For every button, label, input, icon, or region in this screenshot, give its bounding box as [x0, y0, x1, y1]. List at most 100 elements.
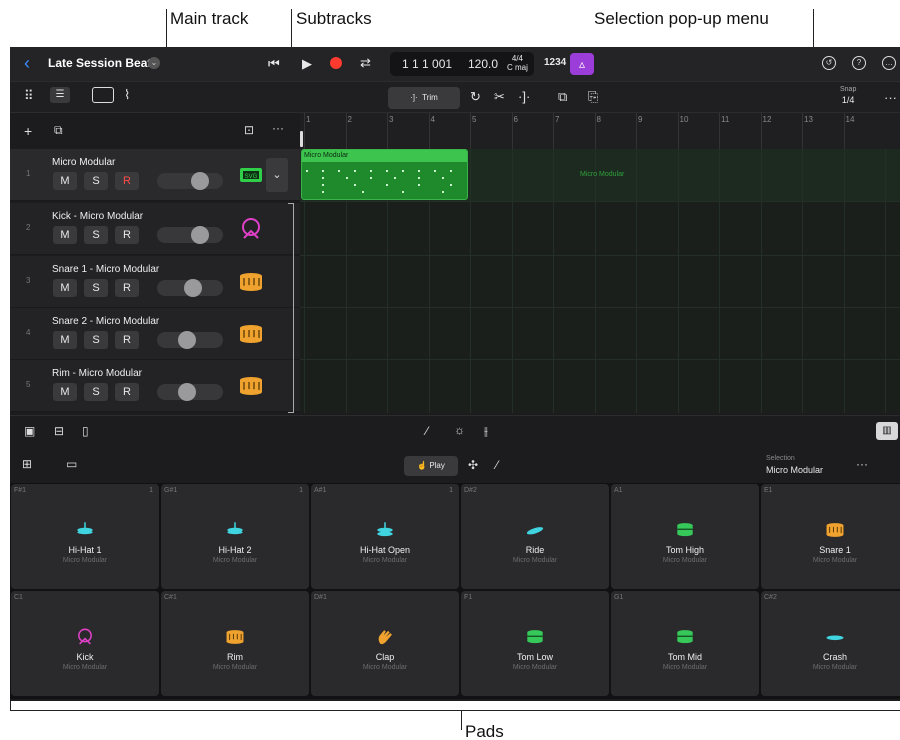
track-name[interactable]: Rim - Micro Modular: [52, 368, 142, 379]
split-tool-icon[interactable]: ✂: [494, 89, 505, 105]
more-options-icon[interactable]: …: [882, 56, 896, 70]
pad-layout-icon[interactable]: ⊞: [22, 457, 32, 471]
cycle-icon[interactable]: ⇄: [360, 55, 371, 71]
back-icon[interactable]: ‹: [24, 53, 30, 74]
record-icon[interactable]: [330, 57, 342, 69]
lcd-display[interactable]: 1 1 1 001 120.0 4/4 C maj: [390, 52, 534, 76]
drum-pad[interactable]: E1 Snare 1 Micro Modular: [761, 484, 900, 589]
pencil-icon[interactable]: ⁄: [426, 424, 428, 438]
pad-note: E1: [764, 487, 773, 494]
selection-popup-menu[interactable]: Micro Modular: [766, 465, 823, 475]
bar-ruler[interactable]: 1 2 3 4 5 6 7 8 9 10 11 12 13 14: [300, 113, 900, 149]
track-name[interactable]: Kick - Micro Modular: [52, 211, 143, 222]
volume-knob[interactable]: [190, 226, 209, 244]
record-enable-button[interactable]: R: [115, 172, 139, 190]
drum-pad[interactable]: G#1 1 Hi-Hat 2 Micro Modular: [161, 484, 309, 589]
mute-button[interactable]: M: [53, 226, 77, 244]
drum-pad[interactable]: G1 Tom Mid Micro Modular: [611, 591, 759, 696]
volume-slider[interactable]: [157, 226, 223, 244]
collapse-subtracks-button[interactable]: ⌄: [266, 158, 288, 192]
subtrack-header[interactable]: 5 Rim - Micro Modular M S R: [10, 360, 300, 412]
drum-pad[interactable]: F#1 1 Hi-Hat 1 Micro Modular: [11, 484, 159, 589]
tracks-view-icon[interactable]: ☰: [50, 87, 70, 103]
undo-history-icon[interactable]: ↺: [822, 56, 836, 70]
volume-knob[interactable]: [177, 331, 196, 349]
volume-knob[interactable]: [190, 172, 209, 190]
record-enable-button[interactable]: R: [115, 279, 139, 297]
mute-button[interactable]: M: [53, 331, 77, 349]
count-in-button[interactable]: 1234: [544, 57, 566, 68]
automation-icon[interactable]: ⌇: [124, 87, 130, 103]
subtrack-header[interactable]: 2 Kick - Micro Modular M S R: [10, 203, 300, 255]
loop-tool-icon[interactable]: ↻: [470, 89, 481, 105]
volume-knob[interactable]: [184, 279, 203, 297]
solo-button[interactable]: S: [84, 383, 108, 401]
metronome-icon[interactable]: ▵: [570, 53, 594, 75]
join-tool-icon[interactable]: ·]·: [518, 89, 530, 104]
region-view-icon[interactable]: [92, 87, 114, 103]
solo-button[interactable]: S: [84, 226, 108, 244]
move-tool-icon[interactable]: ✣: [468, 458, 478, 472]
volume-slider[interactable]: [157, 172, 223, 190]
solo-button[interactable]: S: [84, 331, 108, 349]
pad-note: F1: [464, 594, 473, 601]
duplicate-track-icon[interactable]: ⧉: [54, 123, 63, 138]
project-title[interactable]: Late Session Beat: [48, 56, 151, 70]
drum-pad[interactable]: C1 Kick Micro Modular: [11, 591, 159, 696]
drum-pad[interactable]: C#1 Rim Micro Modular: [161, 591, 309, 696]
sidebar-icon[interactable]: ▭: [66, 457, 77, 471]
playhead[interactable]: [300, 131, 303, 147]
snap-menu[interactable]: Snap 1/4: [840, 85, 856, 107]
track-import-icon[interactable]: ⊡: [244, 123, 254, 137]
record-enable-button[interactable]: R: [115, 226, 139, 244]
volume-slider[interactable]: [157, 331, 223, 349]
add-track-icon[interactable]: +: [24, 123, 32, 139]
trim-tool-button[interactable]: ·]· Trim: [388, 87, 460, 109]
track-name[interactable]: Snare 1 - Micro Modular: [52, 264, 159, 275]
mute-button[interactable]: M: [53, 172, 77, 190]
subtrack-header[interactable]: 4 Snare 2 - Micro Modular M S R: [10, 308, 300, 360]
track-name[interactable]: Micro Modular: [52, 157, 115, 168]
drum-pad[interactable]: A#1 1 Hi-Hat Open Micro Modular: [311, 484, 459, 589]
browser-grid-icon[interactable]: ⠿: [24, 88, 34, 104]
drum-pad[interactable]: F1 Tom Low Micro Modular: [461, 591, 609, 696]
volume-slider[interactable]: [157, 383, 223, 401]
more-icon[interactable]: ···: [884, 90, 897, 105]
mute-button[interactable]: M: [53, 279, 77, 297]
track-name[interactable]: Snare 2 - Micro Modular: [52, 316, 159, 327]
record-enable-button[interactable]: R: [115, 331, 139, 349]
keyboard-icon[interactable]: ▥: [876, 422, 898, 440]
smart-controls-knob-icon[interactable]: ☼: [454, 423, 465, 437]
bar-tick: [553, 113, 554, 149]
drum-pad[interactable]: D#2 Ride Micro Modular: [461, 484, 609, 589]
copy-icon[interactable]: ⧉: [558, 89, 567, 105]
pad-kit: Micro Modular: [512, 557, 558, 564]
subtrack-header[interactable]: 3 Snare 1 - Micro Modular M S R: [10, 256, 300, 308]
play-icon[interactable]: ▶: [302, 56, 312, 72]
drum-pad[interactable]: C#2 Crash Micro Modular: [761, 591, 900, 696]
volume-knob[interactable]: [177, 383, 196, 401]
go-to-start-icon[interactable]: ⏮: [268, 56, 280, 72]
drum-pad[interactable]: D#1 Clap Micro Modular: [311, 591, 459, 696]
solo-button[interactable]: S: [84, 172, 108, 190]
kick-drum-icon: [78, 628, 92, 645]
drum-pad[interactable]: A1 Tom High Micro Modular: [611, 484, 759, 589]
midi-region[interactable]: Micro Modular: [301, 149, 468, 200]
pencil-tool-icon[interactable]: ⁄: [496, 458, 498, 472]
volume-slider[interactable]: [157, 279, 223, 297]
pad-name: Tom Low: [516, 652, 553, 662]
play-mode-button[interactable]: ☝ Play: [404, 456, 458, 476]
pads-more-icon[interactable]: ···: [856, 457, 868, 471]
info-panel-icon[interactable]: ▯: [82, 424, 89, 438]
smart-controls-icon[interactable]: ⊟: [54, 424, 64, 438]
solo-button[interactable]: S: [84, 279, 108, 297]
track-more-icon[interactable]: ···: [272, 121, 284, 135]
main-track-header[interactable]: 1 Micro Modular M S R SVG ⌄: [10, 149, 300, 201]
mixer-icon[interactable]: ⫲: [484, 424, 488, 439]
mute-button[interactable]: M: [53, 383, 77, 401]
chevron-down-icon[interactable]: ⌄: [148, 57, 160, 69]
library-icon[interactable]: ▣: [24, 424, 35, 438]
record-enable-button[interactable]: R: [115, 383, 139, 401]
paste-icon[interactable]: ⎘: [588, 89, 598, 105]
help-icon[interactable]: ?: [852, 56, 866, 70]
